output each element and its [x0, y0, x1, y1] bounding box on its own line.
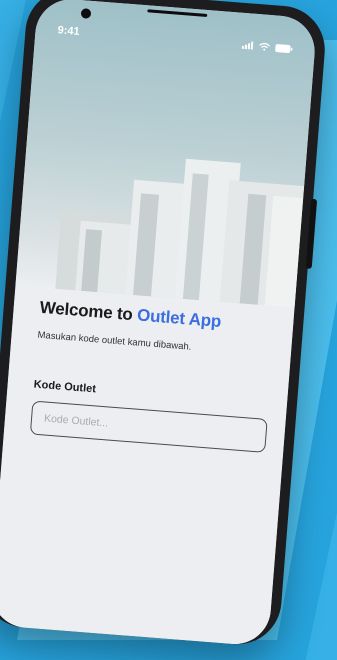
welcome-title: Welcome to Outlet App [39, 298, 268, 336]
brand-name: Outlet App [136, 305, 222, 332]
battery-icon [275, 43, 293, 53]
signal-icon [241, 41, 254, 50]
side-button [305, 198, 318, 269]
phone-screen: 9:41 Welcome to Outlet App Masukan kode … [0, 0, 318, 647]
status-icons [241, 40, 294, 53]
status-time: 9:41 [57, 24, 81, 39]
welcome-subtitle: Masukan kode outlet kamu dibawah. [37, 329, 192, 353]
wifi-icon [259, 42, 270, 51]
welcome-prefix: Welcome to [39, 297, 138, 325]
login-content: Welcome to Outlet App Masukan kode outle… [0, 295, 294, 647]
phone-mockup: 9:41 Welcome to Outlet App Masukan kode … [0, 0, 337, 653]
outlet-code-input[interactable] [29, 400, 268, 453]
phone-frame: 9:41 Welcome to Outlet App Masukan kode … [0, 0, 329, 648]
